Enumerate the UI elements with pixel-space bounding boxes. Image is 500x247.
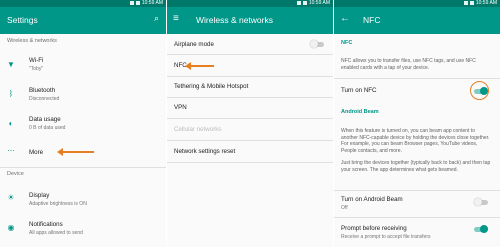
airplane-mode-toggle[interactable]	[310, 40, 324, 48]
section-header-device: Device	[7, 171, 24, 177]
divider	[334, 78, 500, 79]
bluetooth-title: Bluetooth	[29, 87, 56, 94]
divider	[0, 167, 166, 168]
divider	[167, 97, 333, 98]
data-usage-icon: ◐	[8, 119, 14, 128]
divider	[167, 76, 333, 77]
battery-icon	[302, 0, 307, 5]
signal-icon	[463, 0, 468, 5]
prompt-subtitle: Receive a prompt to accept file transfer…	[341, 234, 431, 240]
wireless-networks-screen: 10:59 AM ≡ Wireless & networks Airplane …	[167, 0, 333, 247]
signal-icon	[129, 0, 134, 5]
annotation-arrow-nfc	[185, 62, 214, 70]
wifi-icon: ▼	[7, 60, 15, 69]
settings-item-bluetooth[interactable]: ᛒ Bluetooth Disconnected	[0, 83, 166, 107]
wireless-item-tethering[interactable]: Tethering & Mobile Hotspot	[174, 83, 248, 90]
divider	[167, 162, 333, 163]
more-dots-icon: ⋯	[7, 146, 15, 155]
android-beam-instructions: Just bring the devices together (typical…	[341, 160, 491, 173]
wifi-subtitle: "Toby"	[29, 66, 44, 72]
android-beam-toggle[interactable]	[474, 198, 488, 206]
wireless-item-airplane-mode[interactable]: Airplane mode	[174, 41, 214, 48]
wireless-item-vpn[interactable]: VPN	[174, 104, 187, 111]
settings-item-data-usage[interactable]: ◐ Data usage 0 B of data used	[0, 113, 166, 137]
page-title: Settings	[7, 15, 38, 25]
annotation-circle-nfc-toggle	[470, 81, 489, 100]
divider	[167, 54, 333, 55]
settings-screen: 10:59 AM Settings ⌕ Wireless & networks …	[0, 0, 166, 247]
app-bar: ← NFC	[334, 7, 500, 34]
search-icon[interactable]: ⌕	[154, 13, 159, 24]
data-usage-title: Data usage	[29, 116, 61, 123]
turn-on-nfc-label: Turn on NFC	[341, 87, 377, 94]
nfc-description: NFC allows you to transfer files, use NF…	[341, 58, 476, 71]
wireless-item-network-reset[interactable]: Network settings reset	[174, 148, 235, 155]
section-header-nfc: NFC	[341, 40, 353, 46]
divider	[167, 140, 333, 141]
data-usage-subtitle: 0 B of data used	[29, 125, 66, 131]
display-subtitle: Adaptive brightness is ON	[29, 201, 87, 207]
status-bar: 10:59 AM	[0, 0, 166, 7]
nfc-screen: 10:59 AM ← NFC NFC NFC allows you to tra…	[334, 0, 500, 247]
battery-icon	[135, 0, 140, 5]
status-bar: 10:59 AM	[167, 0, 333, 7]
wireless-item-cellular-networks: Cellular networks	[174, 126, 222, 133]
back-arrow-icon[interactable]: ←	[340, 13, 350, 24]
app-bar: ≡ Wireless & networks	[167, 7, 333, 34]
signal-icon	[296, 0, 301, 5]
bluetooth-icon: ᛒ	[8, 89, 14, 98]
page-title: Wireless & networks	[196, 15, 273, 25]
bluetooth-subtitle: Disconnected	[29, 96, 60, 102]
notifications-icon: ◉	[7, 223, 15, 232]
android-beam-title: Turn on Android Beam	[341, 196, 403, 203]
status-time: 10:59 AM	[308, 0, 330, 6]
settings-item-display[interactable]: ☀ Display Adaptive brightness is ON	[0, 186, 166, 210]
divider	[334, 190, 500, 191]
status-time: 10:59 AM	[141, 0, 163, 6]
notifications-title: Notifications	[29, 221, 63, 228]
prompt-toggle[interactable]	[474, 225, 488, 233]
status-time: 10:59 AM	[475, 0, 497, 6]
more-title: More	[29, 149, 44, 156]
annotation-arrow-more	[57, 148, 94, 156]
android-beam-description: When this feature is turned on, you can …	[341, 128, 490, 154]
wifi-title: Wi-Fi	[29, 57, 44, 64]
settings-item-notifications[interactable]: ◉ Notifications All apps allowed to send	[0, 216, 166, 240]
android-beam-subtitle: Off	[341, 205, 348, 211]
status-bar: 10:59 AM	[334, 0, 500, 7]
battery-icon	[469, 0, 474, 5]
prompt-title: Prompt before receiving	[341, 225, 407, 232]
menu-icon[interactable]: ≡	[173, 13, 179, 24]
divider	[167, 118, 333, 119]
section-header-wireless: Wireless & networks	[7, 38, 57, 44]
page-title: NFC	[363, 15, 381, 25]
brightness-icon: ☀	[7, 193, 15, 202]
notifications-subtitle: All apps allowed to send	[29, 230, 83, 236]
divider	[334, 217, 500, 218]
display-title: Display	[29, 192, 50, 199]
settings-item-wifi[interactable]: ▼ Wi-Fi "Toby"	[0, 53, 166, 77]
section-header-android-beam: Android Beam	[341, 109, 379, 115]
app-bar: Settings ⌕	[0, 7, 166, 34]
